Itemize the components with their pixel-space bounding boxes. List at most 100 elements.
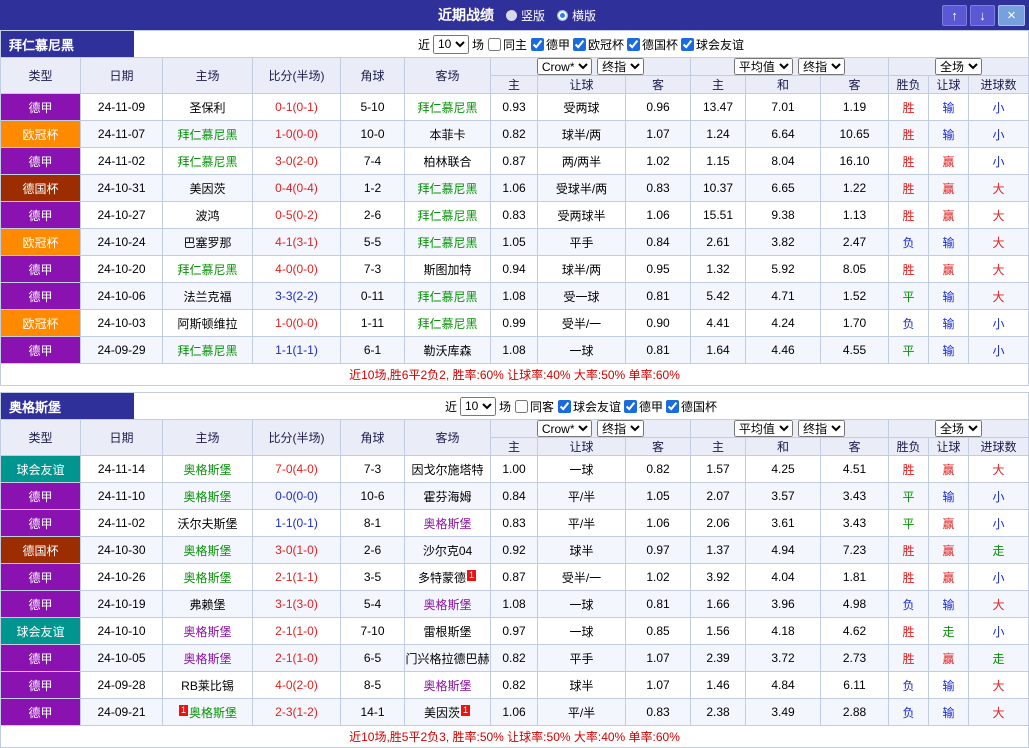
date-cell: 24-11-02 <box>80 509 163 537</box>
handicap-result-cell: 赢 <box>928 255 970 283</box>
same-venue-filter[interactable]: 同主 <box>487 36 527 53</box>
scroll-up-button[interactable]: ↑ <box>942 4 967 26</box>
horizontal-layout-radio[interactable]: 横版 <box>557 7 596 24</box>
away-team-cell[interactable]: 柏林联合 <box>404 147 491 175</box>
odds-period-select[interactable]: 终指 <box>597 420 645 437</box>
avg-away-cell: 1.22 <box>819 174 890 202</box>
home-team-cell[interactable]: 奥格斯堡 <box>162 644 253 672</box>
home-team-cell[interactable]: RB莱比锡 <box>162 671 253 699</box>
handicap-result-cell: 赢 <box>928 536 970 564</box>
fullmatch-scope-select[interactable]: 全场 <box>935 58 983 75</box>
handicap-cell: 平/半 <box>537 698 626 726</box>
league-filter[interactable]: 德国杯 <box>626 36 678 53</box>
league-checkbox[interactable] <box>624 399 638 413</box>
match-count-select[interactable]: 10 <box>459 396 496 416</box>
corner-cell: 3-5 <box>340 563 405 591</box>
odds-home-cell: 0.92 <box>490 536 538 564</box>
same-venue-checkbox[interactable] <box>487 37 501 51</box>
league-filter[interactable]: 德甲 <box>530 36 570 53</box>
league-filter[interactable]: 德国杯 <box>665 398 717 415</box>
home-team-cell[interactable]: 奥格斯堡 <box>162 563 253 591</box>
match-row: 欧冠杯 24-11-07 拜仁慕尼黑 1-0(0-0) 10-0 本菲卡 0.82 球半/两 1… <box>0 120 1029 148</box>
home-team-cell[interactable]: 1 奥格斯堡 <box>162 698 253 726</box>
away-team-cell[interactable]: 拜仁慕尼黑 <box>404 174 491 202</box>
away-team-cell[interactable]: 拜仁慕尼黑 <box>404 201 491 229</box>
odds-home-cell: 1.06 <box>490 698 538 726</box>
corner-cell: 1-11 <box>340 309 405 337</box>
away-team-cell[interactable]: 门兴格拉德巴赫 <box>404 644 491 672</box>
odds-select-cell: Crow* 终指 <box>490 57 691 76</box>
away-team-cell[interactable]: 雷根斯堡 <box>404 617 491 645</box>
away-team-cell[interactable]: 奥格斯堡 <box>404 590 491 618</box>
away-team-cell[interactable]: 霍芬海姆 <box>404 482 491 510</box>
home-team-cell[interactable]: 奥格斯堡 <box>162 536 253 564</box>
league-checkbox[interactable] <box>558 399 571 413</box>
home-team-cell[interactable]: 巴塞罗那 <box>162 228 253 256</box>
away-team-cell[interactable]: 沙尔克04 <box>404 536 491 564</box>
scroll-down-button[interactable]: ↓ <box>970 4 995 26</box>
home-team-cell[interactable]: 阿斯顿维拉 <box>162 309 253 337</box>
odds-home-cell: 0.99 <box>490 309 538 337</box>
league-checkbox[interactable] <box>681 37 695 51</box>
sub-header-goals: 进球数 <box>968 75 1029 94</box>
home-team-cell[interactable]: 圣保利 <box>162 93 253 121</box>
league-filter[interactable]: 球会友谊 <box>557 398 621 415</box>
away-team-cell[interactable]: 多特蒙德 1 <box>404 563 491 591</box>
odds-company-select[interactable]: Crow* <box>536 420 592 437</box>
home-team-cell[interactable]: 拜仁慕尼黑 <box>162 255 253 283</box>
away-team-cell[interactable]: 斯图加特 <box>404 255 491 283</box>
same-venue-filter[interactable]: 同客 <box>514 398 554 415</box>
away-team-cell[interactable]: 本菲卡 <box>404 120 491 148</box>
home-team-cell[interactable]: 沃尔夫斯堡 <box>162 509 253 537</box>
home-team-cell[interactable]: 弗赖堡 <box>162 590 253 618</box>
home-team-cell[interactable]: 波鸿 <box>162 201 253 229</box>
odds-company-select[interactable]: Crow* <box>536 58 592 75</box>
goals-result-cell: 大 <box>968 671 1029 699</box>
away-team-cell[interactable]: 美因茨 1 <box>404 698 491 726</box>
home-team-cell[interactable]: 奥格斯堡 <box>162 482 253 510</box>
handicap-cell: 球半/两 <box>537 120 626 148</box>
odds-period-select[interactable]: 终指 <box>597 58 645 75</box>
league-checkbox[interactable] <box>666 399 680 413</box>
league-filter[interactable]: 球会友谊 <box>680 36 744 53</box>
odds-select-cell: Crow* 终指 <box>490 419 691 438</box>
away-team-cell[interactable]: 奥格斯堡 <box>404 671 491 699</box>
home-team-cell[interactable]: 美因茨 <box>162 174 253 202</box>
league-checkbox[interactable] <box>530 37 544 51</box>
same-venue-checkbox[interactable] <box>514 399 528 413</box>
handicap-result-cell: 赢 <box>928 644 970 672</box>
date-cell: 24-10-19 <box>80 590 163 618</box>
date-cell: 24-09-28 <box>80 671 163 699</box>
home-team-cell[interactable]: 拜仁慕尼黑 <box>162 147 253 175</box>
close-button[interactable]: × <box>998 4 1025 26</box>
scope-select-cell: 全场 <box>888 419 1029 438</box>
away-team-cell[interactable]: 奥格斯堡 <box>404 509 491 537</box>
away-team-cell[interactable]: 因戈尔施塔特 <box>404 455 491 483</box>
away-team-cell[interactable]: 拜仁慕尼黑 <box>404 282 491 310</box>
goals-result-cell: 小 <box>968 617 1029 645</box>
average-company-select[interactable]: 平均值 <box>733 420 793 437</box>
league-checkbox[interactable] <box>627 37 641 51</box>
league-checkbox[interactable] <box>573 37 586 51</box>
result-cell: 胜 <box>888 201 930 229</box>
fullmatch-scope-select[interactable]: 全场 <box>935 420 983 437</box>
home-team-cell[interactable]: 法兰克福 <box>162 282 253 310</box>
home-team-cell[interactable]: 拜仁慕尼黑 <box>162 120 253 148</box>
away-team-cell[interactable]: 拜仁慕尼黑 <box>404 93 491 121</box>
vertical-layout-radio[interactable]: 竖版 <box>505 7 545 24</box>
match-count-select[interactable]: 10 <box>432 34 469 54</box>
away-team-cell[interactable]: 拜仁慕尼黑 <box>404 309 491 337</box>
league-filter[interactable]: 欧冠杯 <box>572 36 624 53</box>
league-filter[interactable]: 德甲 <box>623 398 663 415</box>
home-team-cell[interactable]: 拜仁慕尼黑 <box>162 336 253 364</box>
odds-home-cell: 0.87 <box>490 563 538 591</box>
matches-label: 场 <box>498 399 511 414</box>
home-team-cell[interactable]: 奥格斯堡 <box>162 617 253 645</box>
result-cell: 负 <box>888 590 930 618</box>
away-team-cell[interactable]: 勒沃库森 <box>404 336 491 364</box>
average-company-select[interactable]: 平均值 <box>733 58 793 75</box>
average-period-select[interactable]: 终指 <box>798 420 846 437</box>
home-team-cell[interactable]: 奥格斯堡 <box>162 455 253 483</box>
away-team-cell[interactable]: 拜仁慕尼黑 <box>404 228 491 256</box>
average-period-select[interactable]: 终指 <box>798 58 846 75</box>
